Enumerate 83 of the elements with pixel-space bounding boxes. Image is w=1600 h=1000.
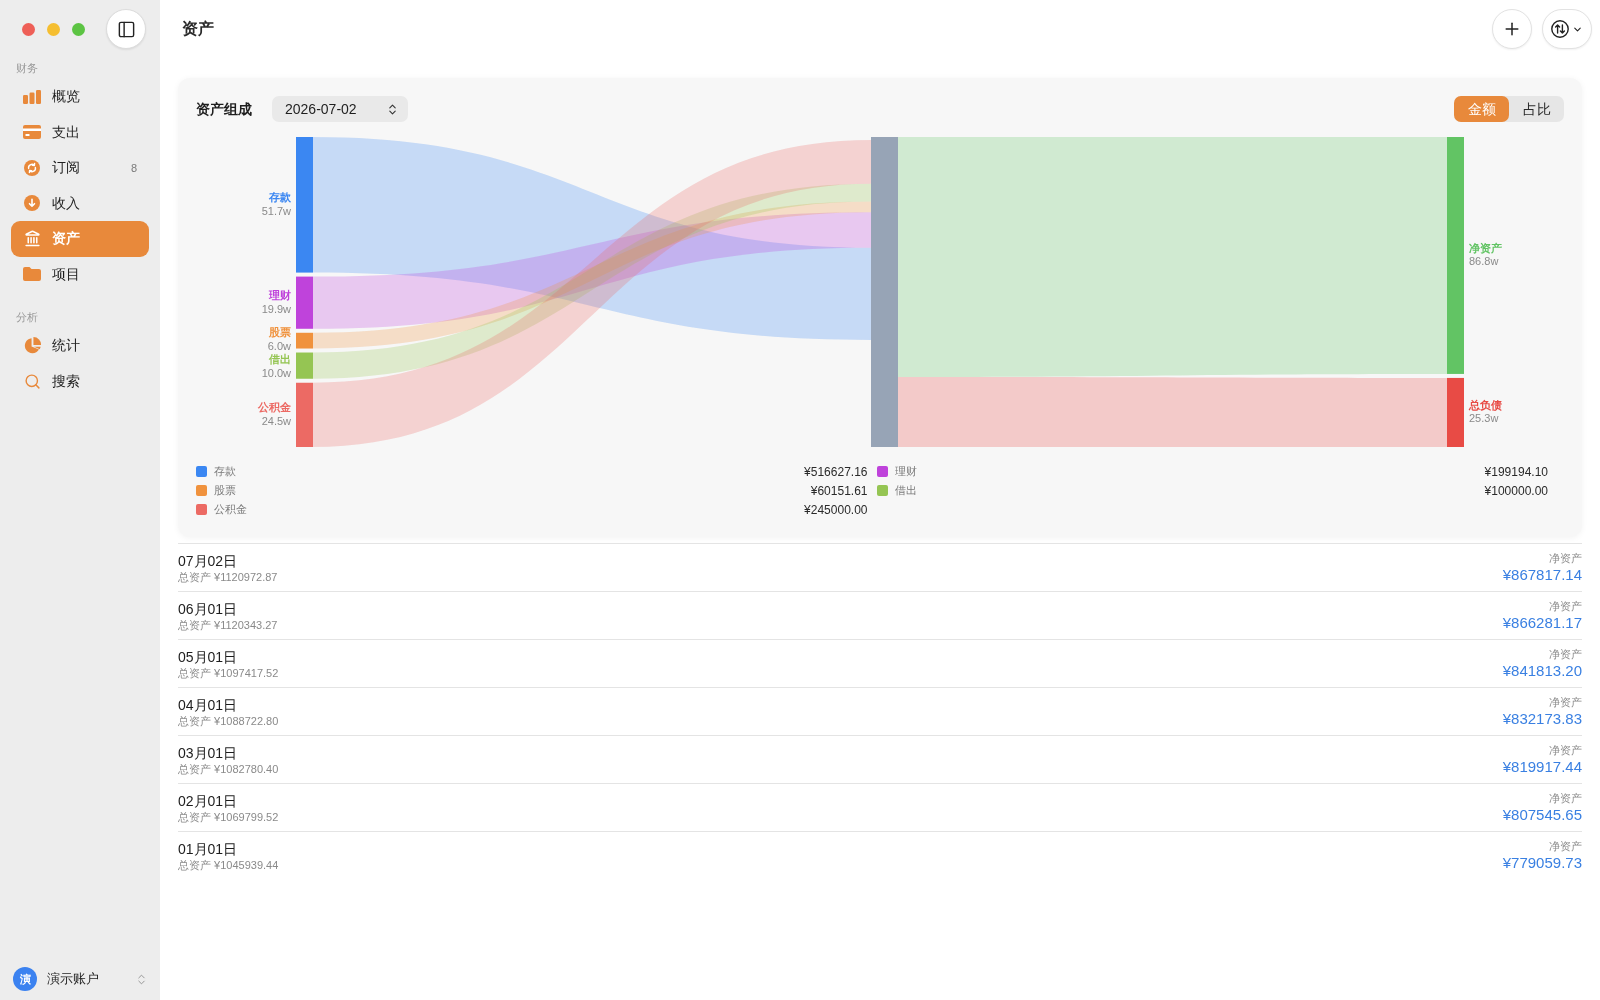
node-value: 25.3w <box>1469 412 1499 425</box>
node-value: 24.5w <box>261 414 291 427</box>
net-amount: ¥841813.20 <box>1502 661 1582 681</box>
net-amount: ¥867817.14 <box>1502 565 1582 585</box>
sidebar-item[interactable]: 支出 <box>11 114 149 150</box>
net-amount: ¥779059.73 <box>1502 853 1582 873</box>
sidebar-item[interactable]: 概览 <box>11 79 149 115</box>
sidebar-item[interactable]: 订阅 8 <box>11 150 149 186</box>
snapshot-date: 06月01日 <box>178 600 239 618</box>
legend-amount: ¥516627.16 <box>804 463 868 481</box>
snapshot-total: 总资产 ¥1120343.27 <box>178 618 278 632</box>
legend-amount: ¥60151.61 <box>810 482 868 500</box>
snapshot-total: 总资产 ¥1097417.52 <box>178 666 279 680</box>
folder-icon <box>23 267 41 282</box>
snapshot-date: 03月01日 <box>178 744 239 762</box>
legend-label: 公积金 <box>214 502 247 518</box>
node-value: 10.0w <box>261 366 291 379</box>
net-label: 净资产 <box>1549 647 1582 661</box>
snapshot-total: 总资产 ¥1082780.40 <box>178 762 279 776</box>
bar-chart-icon <box>23 89 41 104</box>
add-button[interactable] <box>1492 9 1532 49</box>
node-label: 净资产 <box>1469 241 1502 254</box>
card-title: 资产组成 <box>196 99 252 119</box>
search-icon <box>23 372 41 390</box>
legend-label: 借出 <box>894 483 917 499</box>
snapshot-total: 总资产 ¥1088722.80 <box>178 714 279 728</box>
snapshot-date: 02月01日 <box>178 792 239 810</box>
legend-amount: ¥100000.00 <box>1484 482 1548 500</box>
node-label: 总负债 <box>1469 398 1502 411</box>
account-switcher[interactable]: 演 演示账户 <box>13 967 147 991</box>
page-title: 资产 <box>182 19 214 39</box>
bank-icon <box>23 230 41 248</box>
legend-label: 存款 <box>214 464 236 480</box>
net-amount: ¥832173.83 <box>1502 709 1582 729</box>
date-picker[interactable]: 2026-07-02 <box>272 96 408 122</box>
node-label: 理财 <box>269 289 291 302</box>
sidebar-item[interactable]: 搜索 <box>11 363 149 399</box>
net-label: 净资产 <box>1549 743 1582 757</box>
node-label: 公积金 <box>258 401 291 414</box>
snapshot-date: 01月01日 <box>178 840 239 858</box>
snapshot-date: 05月01日 <box>178 648 239 666</box>
legend-amount: ¥245000.00 <box>804 501 868 519</box>
net-amount: ¥807545.65 <box>1502 805 1582 825</box>
net-label: 净资产 <box>1549 695 1582 709</box>
snapshot-total: 总资产 ¥1120972.87 <box>178 570 278 584</box>
legend-label: 股票 <box>214 483 236 499</box>
snapshot-total: 总资产 ¥1045939.44 <box>178 858 279 872</box>
swap-arrows-icon <box>1551 20 1569 38</box>
updown-chevron-icon <box>386 102 399 116</box>
net-amount: ¥866281.17 <box>1502 613 1582 633</box>
sidebar-panel-icon <box>116 19 136 39</box>
node-label: 股票 <box>269 326 291 339</box>
node-value: 86.8w <box>1469 255 1499 268</box>
node-value: 51.7w <box>261 204 291 217</box>
node-value: 6.0w <box>267 339 291 352</box>
updown-chevron-icon <box>135 972 148 986</box>
close-window-icon[interactable] <box>22 22 35 36</box>
sidebar-item[interactable]: 收入 <box>11 185 149 221</box>
net-label: 净资产 <box>1549 839 1582 853</box>
sidebar-item[interactable]: 统计 <box>11 328 149 364</box>
net-label: 净资产 <box>1549 791 1582 805</box>
snapshot-date: 04月01日 <box>178 696 239 714</box>
section-title: 分析 <box>15 310 39 324</box>
node-label: 存款 <box>269 191 291 204</box>
sidebar-toggle-button[interactable] <box>106 9 146 49</box>
section-title: 财务 <box>15 61 39 75</box>
pie-chart-icon <box>23 337 41 355</box>
net-amount: ¥819917.44 <box>1502 757 1582 777</box>
mode-tab[interactable]: 占比 <box>1509 96 1564 122</box>
item-count: 8 <box>130 160 137 176</box>
sidebar-item[interactable]: 项目 <box>11 256 149 292</box>
net-label: 净资产 <box>1549 599 1582 613</box>
avatar: 演 <box>13 967 37 991</box>
legend-label: 理财 <box>894 464 917 480</box>
net-label: 净资产 <box>1549 551 1582 565</box>
credit-card-icon <box>23 125 41 140</box>
node-label: 借出 <box>269 353 291 366</box>
legend-amount: ¥199194.10 <box>1484 463 1548 481</box>
snapshot-total: 总资产 ¥1069799.52 <box>178 810 279 824</box>
snapshot-date: 07月02日 <box>178 552 239 570</box>
sort-menu-button[interactable] <box>1542 9 1592 49</box>
repeat-icon <box>24 159 40 176</box>
node-value: 19.9w <box>261 302 291 315</box>
